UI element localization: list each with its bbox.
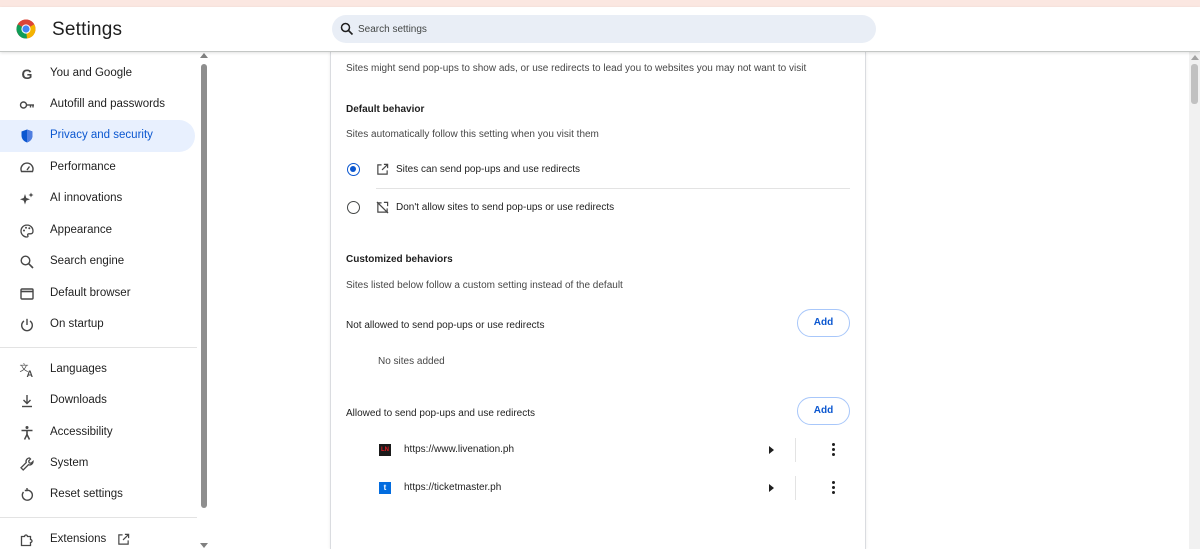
page-scroll-up-arrow[interactable] xyxy=(1191,55,1199,60)
sidebar-item-downloads[interactable]: Downloads xyxy=(0,385,195,417)
speedometer-icon xyxy=(20,162,34,173)
sidebar-item-ai-innovations[interactable]: AI innovations xyxy=(0,183,195,215)
row-separator xyxy=(795,438,796,462)
main-content: Sites might send pop-ups to show ads, or… xyxy=(210,52,1200,549)
site-details-arrow-icon[interactable] xyxy=(769,446,774,454)
add-blocked-site-button[interactable]: Add xyxy=(797,309,850,337)
window-top-strip xyxy=(0,0,1200,7)
livenation-favicon: LN xyxy=(379,444,391,456)
popups-intro-text: Sites might send pop-ups to show ads, or… xyxy=(346,63,807,74)
page-scrollbar[interactable] xyxy=(1189,52,1200,549)
row-separator xyxy=(795,476,796,500)
customized-behaviors-heading: Customized behaviors xyxy=(346,254,453,265)
sidebar-scroll-down-arrow[interactable] xyxy=(200,543,208,548)
search-icon xyxy=(20,255,34,269)
sidebar-item-label: Appearance xyxy=(50,224,113,236)
allowed-site-row[interactable]: t https://ticketmaster.ph xyxy=(331,469,867,507)
radio-block-popups[interactable] xyxy=(347,201,360,214)
radio-allow-popups[interactable] xyxy=(347,163,360,176)
popup-blocked-icon xyxy=(376,201,389,214)
sidebar-item-label: Performance xyxy=(50,161,116,173)
sidebar-item-languages[interactable]: 文 A Languages xyxy=(0,354,195,386)
popups-settings-card: Sites might send pop-ups to show ads, or… xyxy=(330,52,866,549)
sidebar-scroll-up-arrow[interactable] xyxy=(200,53,208,58)
key-icon xyxy=(19,101,34,109)
sidebar-item-system[interactable]: System xyxy=(0,448,195,480)
sidebar-item-label: You and Google xyxy=(50,67,133,79)
site-details-arrow-icon[interactable] xyxy=(769,484,774,492)
browser-window-icon xyxy=(20,288,34,300)
site-url: https://www.livenation.ph xyxy=(404,444,515,455)
option-divider xyxy=(376,188,850,189)
svg-text:A: A xyxy=(27,369,34,378)
sidebar-item-privacy[interactable]: Privacy and security xyxy=(0,120,195,152)
sidebar-item-label: Downloads xyxy=(50,394,107,406)
not-allowed-section-label: Not allowed to send pop-ups or use redir… xyxy=(346,320,545,331)
download-icon xyxy=(22,395,32,408)
chrome-logo-icon xyxy=(16,19,36,39)
ticketmaster-favicon: t xyxy=(379,482,391,494)
sidebar-item-label: Search engine xyxy=(50,255,125,267)
sidebar-item-extensions[interactable]: Extensions xyxy=(0,524,195,549)
sidebar-divider xyxy=(0,347,197,348)
more-actions-icon[interactable] xyxy=(827,442,841,458)
sidebar-item-label: System xyxy=(50,457,89,469)
site-url: https://ticketmaster.ph xyxy=(404,482,502,493)
default-behavior-heading: Default behavior xyxy=(346,104,425,115)
sidebar-scrollbar-thumb[interactable] xyxy=(201,64,207,508)
sidebar: G You and Google Autofill and passwords … xyxy=(0,52,200,549)
open-in-new-icon xyxy=(377,163,389,175)
sidebar-item-autofill[interactable]: Autofill and passwords xyxy=(0,89,195,121)
sidebar-item-label: On startup xyxy=(50,318,104,330)
translate-icon: 文 A xyxy=(20,362,34,378)
puzzle-icon xyxy=(20,534,33,547)
sparkle-icon xyxy=(20,192,34,205)
sidebar-item-you-and-google[interactable]: G You and Google xyxy=(0,58,195,90)
sidebar-item-label: Autofill and passwords xyxy=(50,98,166,110)
default-behavior-description: Sites automatically follow this setting … xyxy=(346,129,599,140)
settings-header: Settings xyxy=(0,7,1200,52)
accessibility-icon xyxy=(21,426,33,440)
page-title: Settings xyxy=(52,19,123,40)
wrench-icon xyxy=(20,457,34,471)
sidebar-item-performance[interactable]: Performance xyxy=(0,152,195,184)
no-sites-added-text: No sites added xyxy=(378,356,445,367)
page-scrollbar-thumb[interactable] xyxy=(1191,64,1198,104)
search-input[interactable] xyxy=(358,19,858,39)
reset-icon xyxy=(21,488,33,501)
sidebar-item-label: Accessibility xyxy=(50,426,113,438)
sidebar-item-label: Privacy and security xyxy=(50,129,153,141)
search-box[interactable] xyxy=(332,15,876,43)
customized-behaviors-description: Sites listed below follow a custom setti… xyxy=(346,280,623,291)
sidebar-divider xyxy=(0,517,197,518)
option-allow-popups-label[interactable]: Sites can send pop-ups and use redirects xyxy=(396,164,580,175)
sidebar-item-label: Extensions xyxy=(50,533,107,545)
sidebar-item-label: Reset settings xyxy=(50,488,123,500)
sidebar-item-label: Default browser xyxy=(50,287,131,299)
sidebar-item-on-startup[interactable]: On startup xyxy=(0,309,195,341)
sidebar-item-appearance[interactable]: Appearance xyxy=(0,215,195,247)
allowed-section-label: Allowed to send pop-ups and use redirect… xyxy=(346,408,536,419)
search-icon xyxy=(340,22,354,36)
add-allowed-site-button[interactable]: Add xyxy=(797,397,850,425)
option-block-popups-label[interactable]: Don't allow sites to send pop-ups or use… xyxy=(396,202,614,213)
palette-icon xyxy=(20,224,34,238)
sidebar-item-accessibility[interactable]: Accessibility xyxy=(0,417,195,449)
google-g-icon: G xyxy=(22,66,33,82)
sidebar-item-search-engine[interactable]: Search engine xyxy=(0,246,195,278)
power-icon xyxy=(21,318,33,332)
svg-text:G: G xyxy=(22,66,33,82)
sidebar-item-label: AI innovations xyxy=(50,192,123,204)
shield-icon xyxy=(21,129,33,143)
allowed-site-row[interactable]: LN https://www.livenation.ph xyxy=(331,431,867,469)
sidebar-item-reset-settings[interactable]: Reset settings xyxy=(0,479,195,511)
more-actions-icon[interactable] xyxy=(827,480,841,496)
open-in-new-icon xyxy=(118,533,130,545)
sidebar-item-label: Languages xyxy=(50,363,107,375)
sidebar-item-default-browser[interactable]: Default browser xyxy=(0,278,195,310)
